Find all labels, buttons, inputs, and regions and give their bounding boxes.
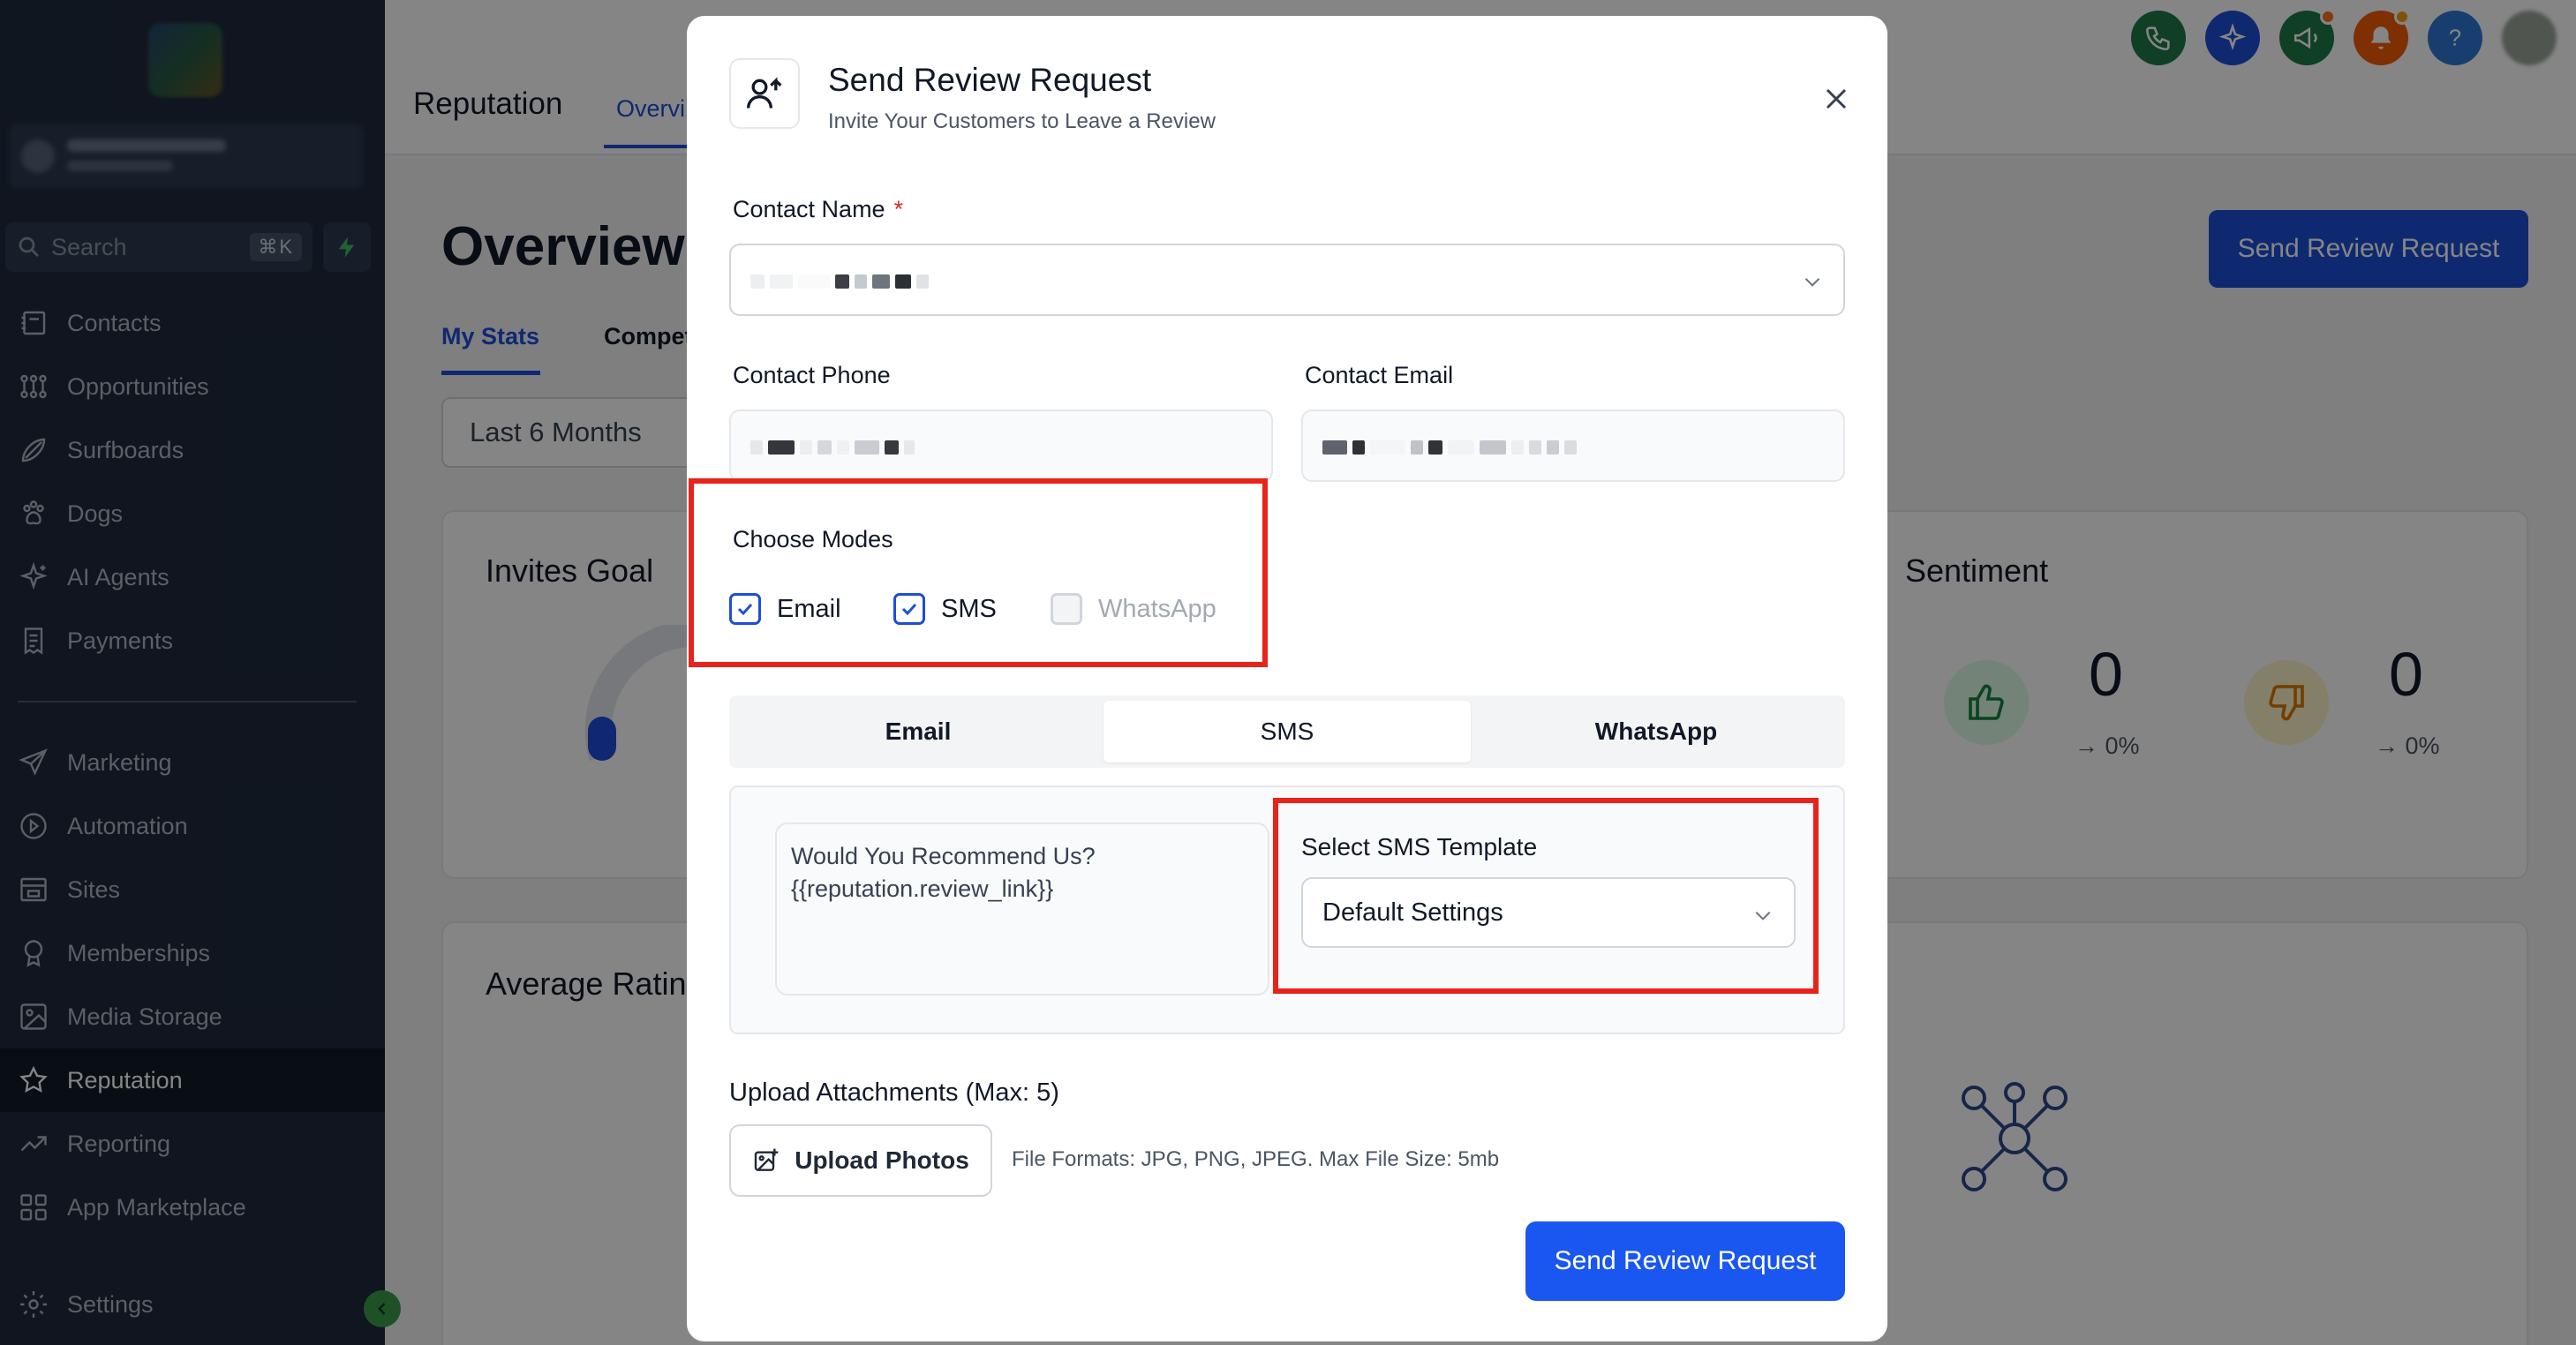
- image-upload-icon: [755, 1148, 779, 1171]
- checkmark-icon: [901, 603, 917, 616]
- sms-message-preview[interactable]: Would You Recommend Us? {{reputation.rev…: [775, 823, 1269, 996]
- tab-whatsapp[interactable]: WhatsApp: [1473, 701, 1840, 763]
- close-icon: [1826, 88, 1847, 109]
- highlight-choose-modes: [689, 478, 1268, 667]
- contact-phone-label: Contact Phone: [733, 362, 891, 388]
- tab-sms[interactable]: SMS: [1103, 701, 1471, 763]
- upload-photos-label: Upload Photos: [795, 1146, 969, 1174]
- highlight-sms-template: [1273, 798, 1819, 994]
- channel-tabs: Email SMS WhatsApp: [729, 695, 1845, 768]
- close-button[interactable]: [1815, 78, 1857, 120]
- choose-modes-label: Choose Modes: [733, 526, 893, 552]
- tab-email[interactable]: Email: [734, 701, 1102, 763]
- upload-attachments-label: Upload Attachments (Max: 5): [729, 1078, 1059, 1107]
- mode-whatsapp-checkbox: WhatsApp: [1051, 593, 1216, 625]
- mode-whatsapp-label: WhatsApp: [1098, 594, 1216, 623]
- contact-name-label: Contact Name *: [733, 196, 904, 222]
- contact-email-label: Contact Email: [1305, 362, 1454, 388]
- modal-title: Send Review Request: [828, 62, 1152, 98]
- upload-photos-button[interactable]: Upload Photos: [729, 1124, 992, 1197]
- checkbox-disabled: [1051, 593, 1082, 625]
- checkbox-checked[interactable]: [729, 593, 761, 625]
- contact-phone-field[interactable]: [729, 410, 1273, 482]
- mode-email-checkbox[interactable]: Email: [729, 593, 841, 625]
- modal-header-icon: [729, 58, 800, 129]
- mode-sms-checkbox[interactable]: SMS: [893, 593, 997, 625]
- mode-email-label: Email: [777, 594, 841, 623]
- checkmark-icon: [737, 603, 753, 616]
- contact-email-field[interactable]: [1301, 410, 1845, 482]
- upload-note: File Formats: JPG, PNG, JPEG. Max File S…: [1012, 1147, 1500, 1171]
- checkbox-checked[interactable]: [893, 593, 925, 625]
- send-review-request-modal: Send Review Request Invite Your Customer…: [687, 16, 1887, 1341]
- send-review-request-button[interactable]: Send Review Request: [1525, 1221, 1845, 1301]
- chevron-down-icon: [1804, 278, 1820, 287]
- user-invite-icon: [747, 77, 782, 109]
- modal-subtitle: Invite Your Customers to Leave a Review: [828, 109, 1216, 133]
- redacted-contact-name: [750, 272, 929, 291]
- redacted-contact-phone: [750, 438, 915, 457]
- redacted-contact-email: [1322, 438, 1577, 457]
- mode-sms-label: SMS: [941, 594, 997, 623]
- contact-name-select[interactable]: [729, 244, 1845, 316]
